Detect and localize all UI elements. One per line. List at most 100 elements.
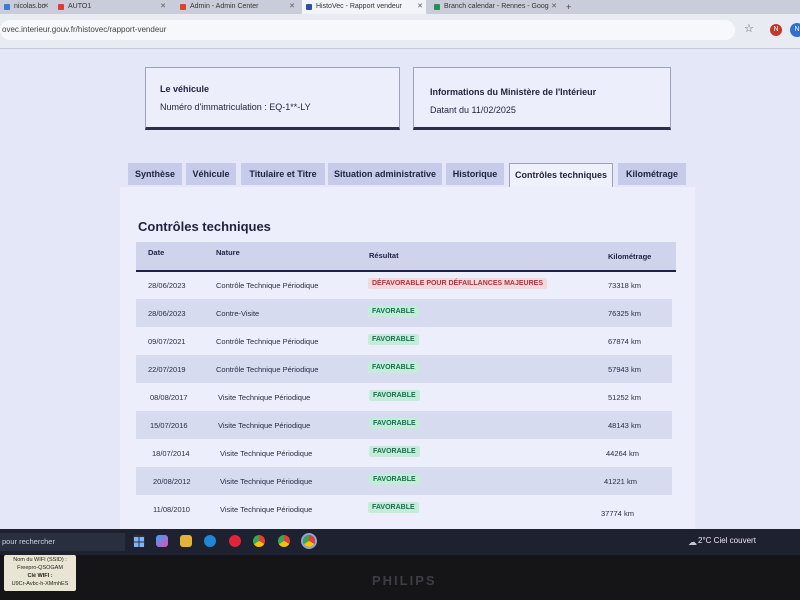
table-row: 18/07/2014 Visite Technique Périodique F… bbox=[136, 439, 672, 467]
tab-controles-techniques[interactable]: Contrôles techniques bbox=[509, 163, 613, 187]
row-nature: Visite Technique Périodique bbox=[218, 421, 311, 430]
status-badge: FAVORABLE bbox=[369, 474, 420, 485]
sticker-line: Nom du WIFI (SSID) : bbox=[13, 557, 67, 563]
table-row: 15/07/2016 Visite Technique Périodique F… bbox=[136, 411, 672, 439]
tab-titulaire-titre[interactable]: Titulaire et Titre bbox=[241, 163, 325, 185]
status-badge: FAVORABLE bbox=[369, 418, 420, 429]
sticker-line: Clé WIFI : bbox=[27, 573, 53, 579]
row-km: 37774 km bbox=[601, 509, 634, 518]
opera-icon[interactable] bbox=[229, 535, 241, 547]
row-km: 67874 km bbox=[608, 337, 641, 346]
tab-synthese[interactable]: Synthèse bbox=[128, 163, 182, 185]
row-km: 41221 km bbox=[604, 477, 637, 486]
plate-number-label: Numéro d'immatriculation : EQ-1**-LY bbox=[160, 102, 311, 112]
site-favicon-icon bbox=[434, 4, 440, 10]
table-row: 28/06/2023 Contrôle Technique Périodique… bbox=[136, 271, 672, 299]
table-row: 28/06/2023 Contre-Visite FAVORABLE 76325… bbox=[136, 299, 672, 327]
file-explorer-icon[interactable] bbox=[180, 535, 192, 547]
browser-tab-label: Branch calendar - Rennes - Goog bbox=[444, 3, 549, 10]
weather-widget[interactable]: 2°C Ciel couvert bbox=[698, 536, 756, 545]
row-km: 44264 km bbox=[606, 449, 639, 458]
row-date: 28/06/2023 bbox=[148, 281, 186, 290]
chrome-icon[interactable] bbox=[278, 535, 290, 547]
close-tab-icon[interactable]: ✕ bbox=[43, 0, 49, 14]
status-badge: FAVORABLE bbox=[369, 446, 420, 457]
row-date: 28/06/2023 bbox=[148, 309, 186, 318]
extension-icon[interactable]: N bbox=[770, 24, 782, 36]
status-badge: FAVORABLE bbox=[369, 390, 420, 401]
row-date: 08/08/2017 bbox=[150, 393, 188, 402]
chrome-icon[interactable] bbox=[253, 535, 265, 547]
status-badge: FAVORABLE bbox=[368, 334, 419, 345]
start-icon[interactable] bbox=[133, 535, 145, 547]
status-badge: FAVORABLE bbox=[368, 306, 419, 317]
table-row: 22/07/2019 Contrôle Technique Périodique… bbox=[136, 355, 672, 383]
table-row: 11/08/2010 Visite Technique Périodique F… bbox=[136, 495, 672, 523]
ministry-card-title: Informations du Ministère de l'Intérieur bbox=[430, 87, 597, 97]
row-date: 15/07/2016 bbox=[150, 421, 188, 430]
tab-vehicule[interactable]: Véhicule bbox=[186, 163, 236, 185]
row-date: 18/07/2014 bbox=[152, 449, 190, 458]
row-nature: Contrôle Technique Périodique bbox=[216, 337, 319, 346]
close-tab-icon[interactable]: ✕ bbox=[160, 0, 166, 14]
bookmark-star-icon[interactable]: ☆ bbox=[744, 22, 754, 35]
column-header-km: Kilométrage bbox=[608, 252, 652, 261]
row-km: 73318 km bbox=[608, 281, 641, 290]
page-content: Le véhicule Numéro d'immatriculation : E… bbox=[0, 49, 800, 537]
monitor-screen: nicolas.bo ✕ AUTO1 ✕ Admin - Admin Cente… bbox=[0, 0, 800, 555]
chrome-icon[interactable] bbox=[301, 533, 317, 549]
browser-tab-strip: nicolas.bo ✕ AUTO1 ✕ Admin - Admin Cente… bbox=[0, 0, 800, 14]
copilot-icon[interactable] bbox=[156, 535, 168, 547]
tab-historique[interactable]: Historique bbox=[446, 163, 504, 185]
close-tab-icon[interactable]: ✕ bbox=[417, 0, 423, 14]
column-header-nature: Nature bbox=[216, 248, 240, 257]
taskbar-search-input[interactable]: pour rechercher bbox=[0, 533, 125, 551]
browser-tab-active[interactable]: HistoVec - Rapport vendeur ✕ bbox=[302, 0, 426, 14]
row-nature: Contrôle Technique Périodique bbox=[216, 365, 319, 374]
browser-tab[interactable]: nicolas.bo ✕ bbox=[0, 0, 52, 14]
tab-situation-administrative[interactable]: Situation administrative bbox=[328, 163, 442, 185]
sticker-line: Freepro-QSOGAM bbox=[17, 565, 63, 571]
row-nature: Visite Technique Périodique bbox=[220, 477, 313, 486]
edge-icon[interactable] bbox=[204, 535, 216, 547]
weather-label: Ciel couvert bbox=[713, 536, 756, 545]
row-nature: Contre-Visite bbox=[216, 309, 260, 318]
row-date: 20/08/2012 bbox=[153, 477, 191, 486]
url-field[interactable]: ovec.interieur.gouv.fr/histovec/rapport-… bbox=[0, 20, 735, 40]
ministry-date-label: Datant du 11/02/2025 bbox=[430, 105, 516, 115]
status-badge: FAVORABLE bbox=[368, 502, 419, 513]
row-date: 09/07/2021 bbox=[148, 337, 186, 346]
browser-tab[interactable]: Admin - Admin Center ✕ bbox=[176, 0, 298, 14]
table-row: 08/08/2017 Visite Technique Périodique F… bbox=[136, 383, 672, 411]
vehicle-info-card: Le véhicule Numéro d'immatriculation : E… bbox=[145, 67, 400, 130]
row-km: 51252 km bbox=[608, 393, 641, 402]
monitor-brand-logo: PHILIPS bbox=[372, 573, 437, 588]
ministry-info-card: Informations du Ministère de l'Intérieur… bbox=[413, 67, 671, 130]
tab-kilometrage[interactable]: Kilométrage bbox=[618, 163, 686, 185]
close-tab-icon[interactable]: ✕ bbox=[551, 0, 557, 14]
table-row: 20/08/2012 Visite Technique Périodique F… bbox=[136, 467, 672, 495]
status-badge: FAVORABLE bbox=[368, 362, 419, 373]
address-bar: ovec.interieur.gouv.fr/histovec/rapport-… bbox=[0, 14, 800, 49]
taskbar: pour rechercher ☁ 2°C Ciel couvert bbox=[0, 529, 800, 555]
row-nature: Contrôle Technique Périodique bbox=[216, 281, 319, 290]
new-tab-button[interactable]: + bbox=[566, 0, 571, 14]
monitor-bezel: Nom du WIFI (SSID) : Freepro-QSOGAM Clé … bbox=[0, 555, 800, 600]
sticker-line: U9Cr-Avbc-h-XMmhES bbox=[11, 581, 69, 587]
wifi-sticker: Nom du WIFI (SSID) : Freepro-QSOGAM Clé … bbox=[4, 555, 76, 591]
section-title: Contrôles techniques bbox=[138, 219, 271, 234]
browser-tab-label: AUTO1 bbox=[68, 3, 92, 10]
table-header: Date Nature Résultat Kilométrage bbox=[136, 242, 676, 272]
row-km: 57943 km bbox=[608, 365, 641, 374]
browser-tab-label: Admin - Admin Center bbox=[190, 3, 259, 10]
browser-tab-label: HistoVec - Rapport vendeur bbox=[316, 3, 402, 10]
browser-tab[interactable]: Branch calendar - Rennes - Goog ✕ bbox=[430, 0, 560, 14]
profile-avatar[interactable]: N bbox=[790, 23, 800, 37]
row-date: 11/08/2010 bbox=[153, 505, 190, 514]
row-km: 76325 km bbox=[608, 309, 641, 318]
report-tabs: Synthèse Véhicule Titulaire et Titre Sit… bbox=[128, 163, 728, 187]
browser-tab[interactable]: AUTO1 ✕ bbox=[54, 0, 169, 14]
status-badge: DÉFAVORABLE POUR DÉFAILLANCES MAJEURES bbox=[368, 278, 547, 289]
close-tab-icon[interactable]: ✕ bbox=[289, 0, 295, 14]
column-header-date: Date bbox=[148, 248, 165, 257]
